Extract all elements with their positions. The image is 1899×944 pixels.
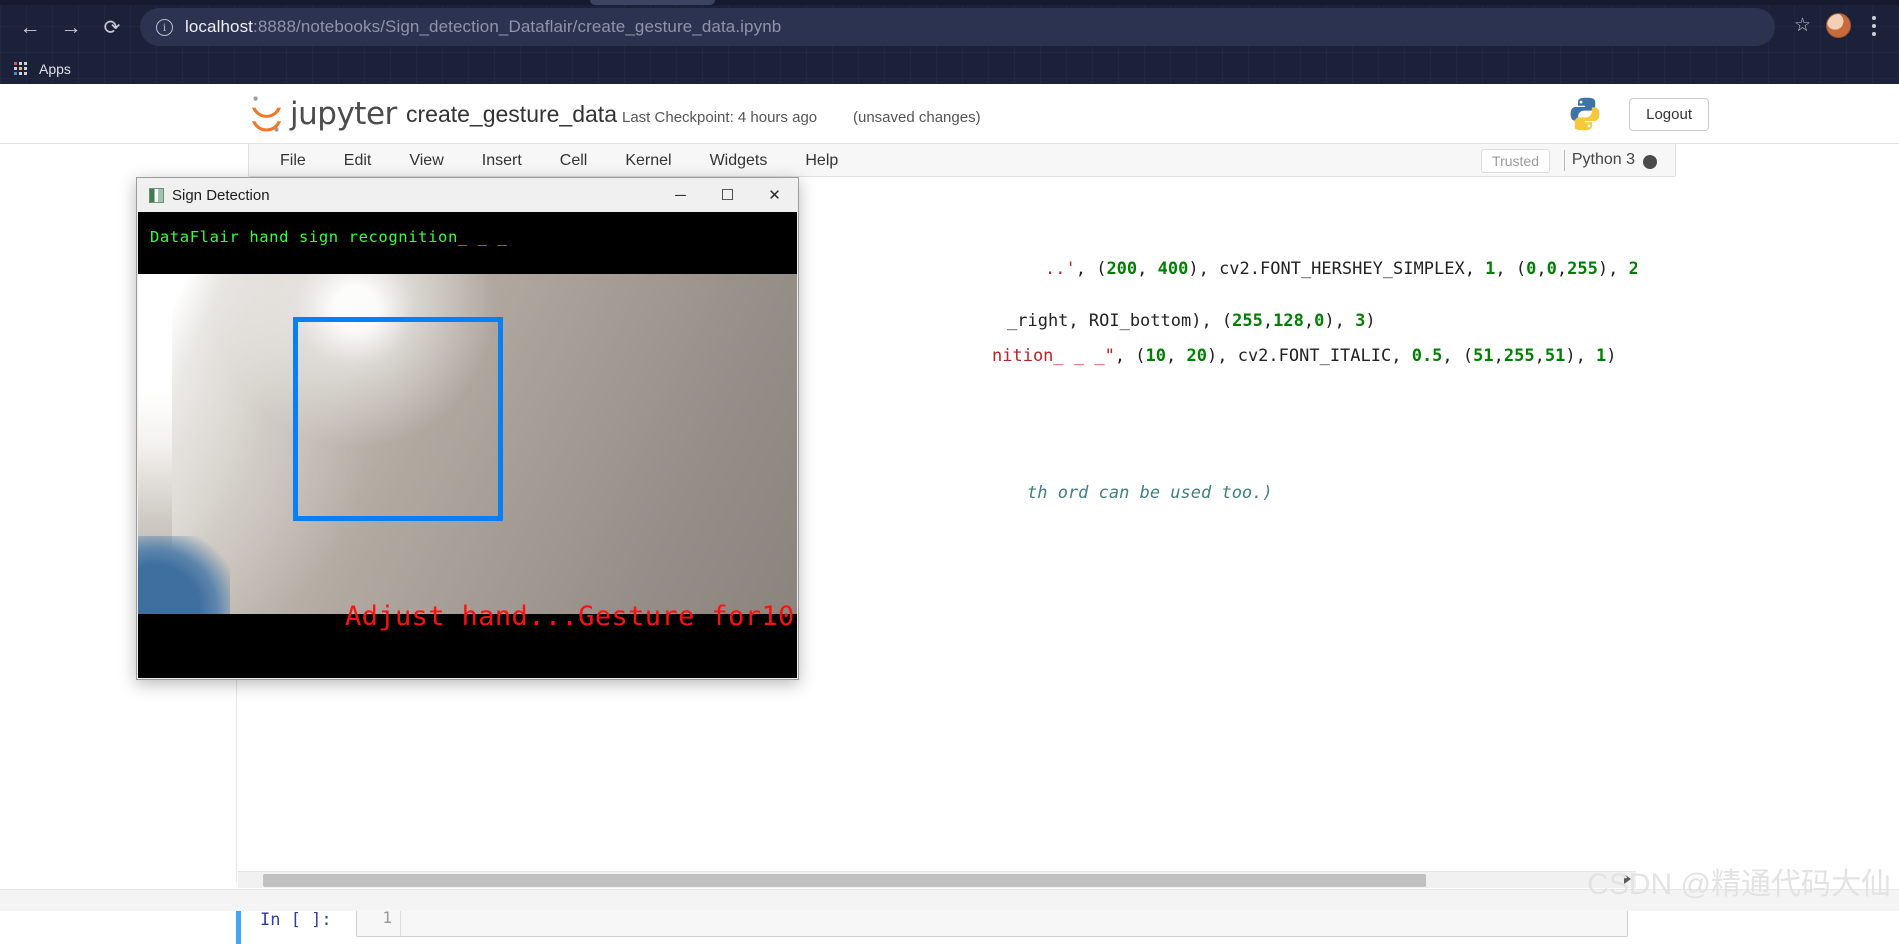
input-prompt-label: In [ ]: <box>260 910 332 930</box>
unsaved-changes-label: (unsaved changes) <box>853 109 981 126</box>
menu-item-edit[interactable]: Edit <box>325 144 391 177</box>
menu-item-help[interactable]: Help <box>786 144 857 177</box>
menu-item-cell[interactable]: Cell <box>541 144 607 177</box>
maximize-button[interactable]: ☐ <box>704 178 751 212</box>
kernel-busy-indicator <box>1643 155 1657 169</box>
menu-item-list: File Edit View Insert Cell Kernel Widget… <box>261 144 857 177</box>
overlay-green-text: DataFlair hand sign recognition_ _ _ <box>150 228 508 246</box>
info-circle-icon[interactable]: i <box>156 18 173 36</box>
webcam-frame <box>138 274 797 614</box>
menu-item-kernel[interactable]: Kernel <box>606 144 690 177</box>
hand-region <box>138 536 230 614</box>
kebab-menu-icon[interactable] <box>1863 12 1885 40</box>
reload-icon[interactable]: ⟳ <box>96 12 128 44</box>
logout-button[interactable]: Logout <box>1629 98 1709 131</box>
jupyter-wordmark: jupyter <box>290 96 397 132</box>
bookmarks-bar: Apps <box>0 54 1899 84</box>
kernel-name-label[interactable]: Python 3 <box>1572 151 1635 169</box>
sign-detection-window[interactable]: Sign Detection ─ ☐ ✕ DataFlair hand sign… <box>136 177 799 680</box>
jupyter-mark-icon <box>251 96 282 132</box>
jupyter-logo[interactable]: jupyter <box>248 94 397 134</box>
notebook-title[interactable]: create_gesture_data <box>406 101 617 128</box>
roi-rectangle <box>293 317 503 521</box>
csdn-watermark: CSDN @精通代码大仙 <box>1587 868 1891 901</box>
browser-tab[interactable] <box>590 0 715 5</box>
url-path: :8888/notebooks/Sign_detection_Dataflair… <box>253 17 782 36</box>
code-line: nition_ _ _", (10, 20), cv2.FONT_ITALIC,… <box>992 346 1617 366</box>
code-line: _right, ROI_bottom), (255,128,0), 3) <box>1007 311 1376 331</box>
apps-grid-icon <box>14 61 29 77</box>
opencv-window-icon <box>149 187 164 203</box>
code-line: ..', (200, 400), cv2.FONT_HERSHEY_SIMPLE… <box>1045 259 1637 279</box>
scrollbar-thumb[interactable] <box>263 874 1426 887</box>
minimize-button[interactable]: ─ <box>657 178 704 212</box>
browser-chrome: ← → ⟳ i localhost:8888/notebooks/Sign_de… <box>0 0 1899 84</box>
last-checkpoint-label: Last Checkpoint: 4 hours ago <box>622 109 818 126</box>
menu-item-widgets[interactable]: Widgets <box>691 144 787 177</box>
close-button[interactable]: ✕ <box>751 178 798 212</box>
menu-item-insert[interactable]: Insert <box>463 144 541 177</box>
profile-avatar[interactable] <box>1826 13 1851 38</box>
code-comment-line: th ord can be used too.) <box>1027 483 1273 503</box>
address-bar[interactable]: i localhost:8888/notebooks/Sign_detectio… <box>140 8 1775 46</box>
overlay-red-text: Adjust hand...Gesture for10 <box>345 601 795 632</box>
python-logo-icon <box>1570 97 1600 131</box>
url-text: localhost:8888/notebooks/Sign_detection_… <box>185 17 781 37</box>
sign-window-title: Sign Detection <box>172 186 270 204</box>
tab-strip <box>0 0 1899 5</box>
trusted-badge[interactable]: Trusted <box>1481 149 1550 173</box>
kernel-divider <box>1564 150 1565 171</box>
video-canvas: DataFlair hand sign recognition_ _ _ Adj… <box>138 212 797 678</box>
forward-arrow-icon[interactable]: → <box>55 12 87 44</box>
apps-shortcut-button[interactable]: Apps <box>14 57 71 81</box>
menu-item-file[interactable]: File <box>261 144 325 177</box>
jupyter-menubar: File Edit View Insert Cell Kernel Widget… <box>248 144 1676 177</box>
back-arrow-icon[interactable]: ← <box>14 12 46 44</box>
bookmark-star-icon[interactable]: ☆ <box>1794 14 1811 37</box>
code-horizontal-scrollbar[interactable] <box>238 871 1636 888</box>
url-host: localhost <box>185 17 253 36</box>
menu-item-view[interactable]: View <box>390 144 462 177</box>
jupyter-header: jupyter create_gesture_data Last Checkpo… <box>0 84 1899 144</box>
apps-label: Apps <box>39 61 71 77</box>
